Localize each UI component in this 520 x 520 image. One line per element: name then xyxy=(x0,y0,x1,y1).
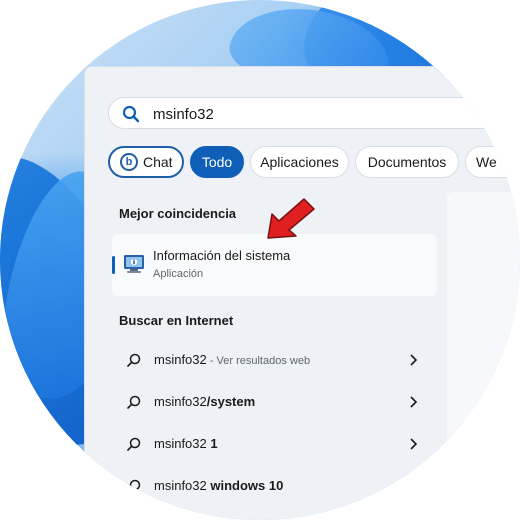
chevron-right-icon xyxy=(408,437,418,456)
web-result-text: msinfo32/system xyxy=(154,394,255,409)
web-result-text: msinfo32 windows 10 xyxy=(154,478,283,493)
search-icon xyxy=(126,394,142,415)
web-result-row[interactable]: msinfo32 - Ver resultados web xyxy=(112,345,432,375)
web-result-query: msinfo32 xyxy=(154,478,207,493)
search-icon xyxy=(126,436,142,457)
filter-web-label: We xyxy=(476,154,497,170)
web-result-completion: windows 10 xyxy=(206,478,284,493)
web-result-query: msinfo32 xyxy=(154,436,207,451)
chevron-right-icon xyxy=(408,353,418,372)
web-result-completion: 1 xyxy=(206,436,218,451)
preview-pane xyxy=(447,192,520,520)
search-icon xyxy=(126,478,142,499)
search-input[interactable] xyxy=(151,101,485,127)
web-result-row[interactable]: msinfo32/system xyxy=(112,387,432,417)
chevron-right-icon xyxy=(408,395,418,414)
web-result-query: msinfo32 xyxy=(154,394,207,409)
selection-accent xyxy=(112,256,115,274)
filter-aplicaciones-button[interactable]: Aplicaciones xyxy=(250,146,349,178)
best-match-heading: Mejor coincidencia xyxy=(119,206,237,221)
web-result-text: msinfo32 - Ver resultados web xyxy=(154,352,310,367)
web-search-heading: Buscar en Internet xyxy=(119,313,234,328)
web-result-row[interactable]: msinfo32 windows 10 xyxy=(112,471,432,501)
filter-todo-label: Todo xyxy=(201,154,233,170)
annotation-arrow-icon xyxy=(262,196,322,251)
filter-chat-button[interactable]: b Chat xyxy=(108,146,184,178)
filter-web-button[interactable]: We xyxy=(465,146,520,178)
filter-documentos-button[interactable]: Documentos xyxy=(355,146,459,178)
filter-todo-button[interactable]: Todo xyxy=(190,146,244,178)
bing-chat-icon: b xyxy=(120,153,138,171)
search-icon xyxy=(121,104,141,129)
best-match-type: Aplicación xyxy=(153,268,204,280)
web-result-hint: - Ver resultados web xyxy=(206,355,311,367)
web-result-completion: /system xyxy=(206,394,256,409)
search-icon xyxy=(126,352,142,373)
system-information-app-icon xyxy=(122,252,146,281)
circular-crop: b Chat Todo Aplicaciones Documentos We M… xyxy=(0,0,520,520)
search-box[interactable] xyxy=(108,97,520,129)
web-result-text: msinfo32 1 xyxy=(154,436,218,451)
filter-aplicaciones-label: Aplicaciones xyxy=(260,154,339,170)
filter-chat-label: Chat xyxy=(143,154,173,170)
web-result-query: msinfo32 xyxy=(154,352,207,367)
filter-documentos-label: Documentos xyxy=(367,154,447,170)
web-result-row[interactable]: msinfo32 1 xyxy=(112,429,432,459)
